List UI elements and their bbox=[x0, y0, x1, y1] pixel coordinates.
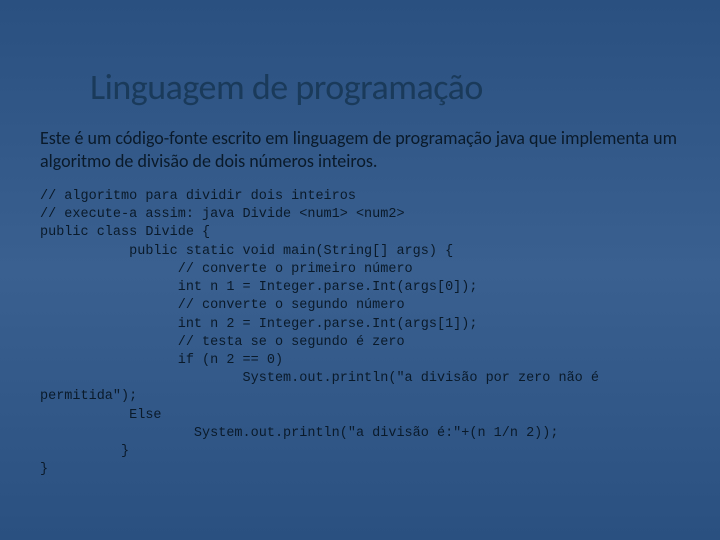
slide-title: Linguagem de programação bbox=[40, 65, 680, 109]
code-block: // algoritmo para dividir dois inteiros … bbox=[40, 188, 680, 480]
slide-description: Este é um código-fonte escrito em lingua… bbox=[40, 127, 680, 172]
